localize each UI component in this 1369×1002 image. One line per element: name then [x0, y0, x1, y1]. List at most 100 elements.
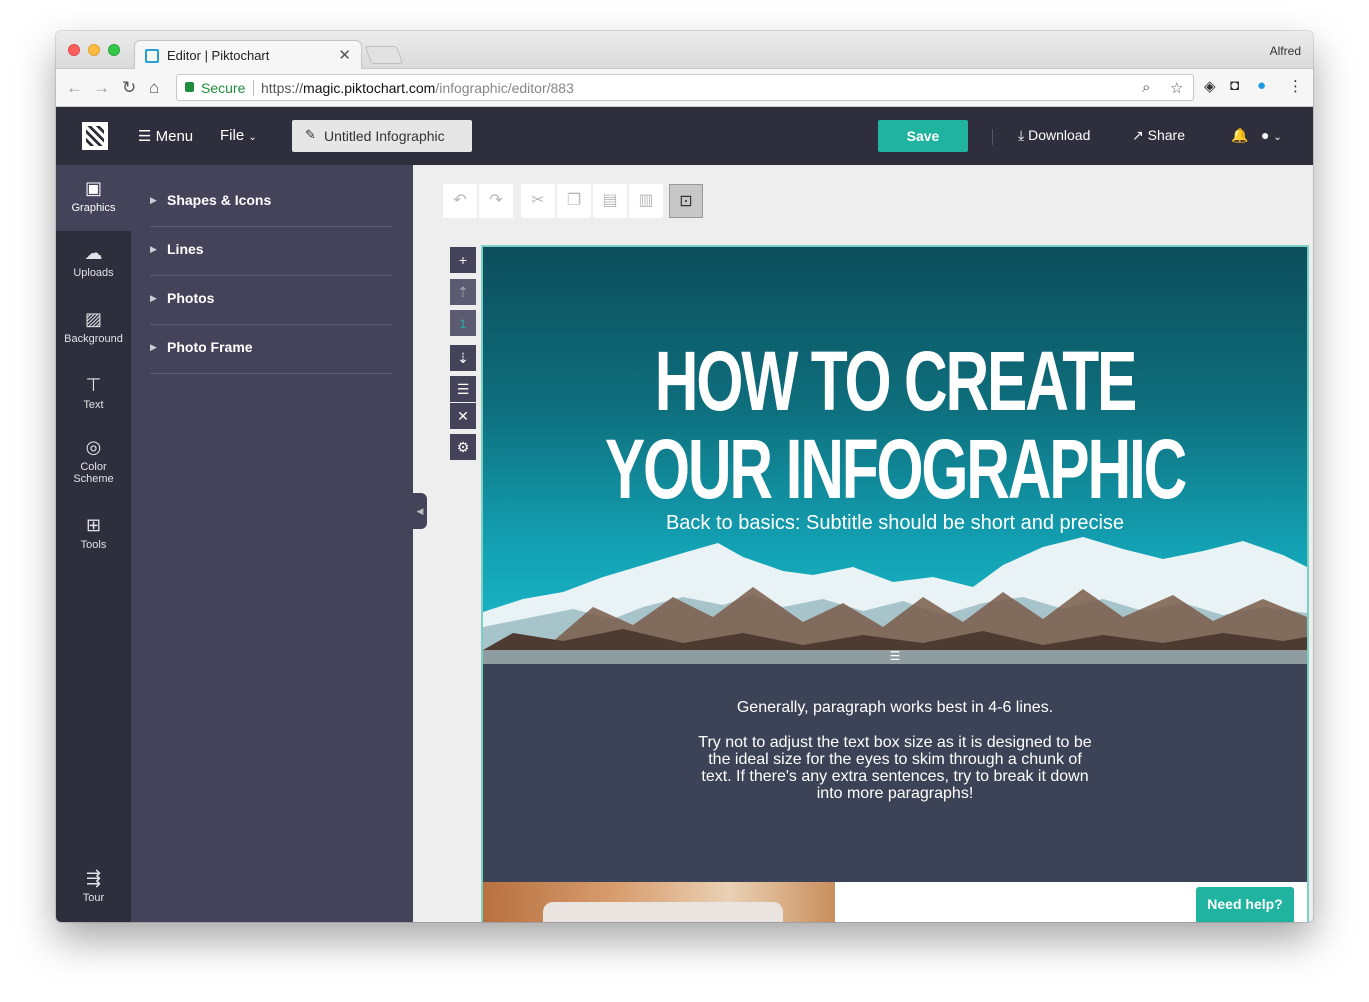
- caret-right-icon: ▶: [150, 195, 157, 205]
- nav-label: Tour: [82, 892, 105, 904]
- infographic-title-field[interactable]: ✎ Untitled Infographic: [292, 120, 472, 152]
- nav-background[interactable]: ▨ Background: [56, 309, 131, 345]
- chevron-down-icon: ⌄: [1273, 132, 1282, 143]
- nav-color-scheme[interactable]: ◎ Color Scheme: [56, 437, 131, 485]
- nav-graphics[interactable]: ▣ Graphics: [56, 165, 131, 231]
- nav-tour[interactable]: ⇶ Tour: [56, 868, 131, 904]
- back-arrow-icon[interactable]: ←: [66, 78, 83, 98]
- paragraph-1[interactable]: Generally, paragraph works best in 4-6 l…: [483, 699, 1307, 717]
- cut-icon[interactable]: ✂: [521, 184, 555, 218]
- graphics-panel: ▶ Shapes & Icons ▶ Lines ▶ Photos ▶ Phot…: [131, 165, 413, 922]
- pocket-extension-icon[interactable]: ◘: [1230, 77, 1239, 94]
- infographic-canvas[interactable]: HOW TO CREATE YOUR INFOGRAPHIC Back to b…: [483, 247, 1307, 922]
- menu-button[interactable]: ☰ Menu: [138, 127, 193, 145]
- mountains-image: [483, 537, 1307, 650]
- extension-icon[interactable]: ●: [1257, 77, 1266, 94]
- caret-right-icon: ▶: [150, 342, 157, 352]
- chevron-down-icon: ⌄: [248, 132, 257, 143]
- caret-right-icon: ▶: [150, 293, 157, 303]
- browser-window: Editor | Piktochart ✕ Alfred ← → ↻ ⌂ Sec…: [56, 31, 1313, 922]
- forward-arrow-icon[interactable]: →: [93, 78, 110, 98]
- photo-block-image[interactable]: [483, 882, 835, 922]
- panel-item-label: Photos: [167, 290, 215, 306]
- lock-icon: [185, 82, 194, 92]
- url-field[interactable]: Secure https://magic.piktochart.com/info…: [176, 74, 1194, 101]
- save-button[interactable]: Save: [878, 120, 968, 152]
- hero-title-line1[interactable]: HOW TO CREATE: [598, 339, 1191, 423]
- hero-subtitle[interactable]: Back to basics: Subtitle should be short…: [483, 512, 1307, 535]
- close-icon[interactable]: ✕: [338, 46, 351, 64]
- url-scheme: https://: [261, 80, 304, 96]
- undo-icon[interactable]: ↶: [443, 184, 477, 218]
- panel-item-photos[interactable]: ▶ Photos: [150, 276, 392, 325]
- share-button[interactable]: ↗ Share: [1132, 127, 1185, 144]
- redo-icon[interactable]: ↷: [479, 184, 513, 218]
- panel-item-label: Shapes & Icons: [167, 192, 272, 208]
- browser-user-name[interactable]: Alfred: [1270, 44, 1301, 58]
- duplicate-block-icon[interactable]: ☰: [450, 376, 476, 402]
- nav-tools[interactable]: ⊞ Tools: [56, 515, 131, 551]
- grid-guide-icon[interactable]: ⊡: [669, 184, 703, 218]
- pencil-icon: ✎: [305, 127, 316, 142]
- url-host: magic.piktochart.com: [303, 80, 436, 96]
- need-help-button[interactable]: Need help?: [1196, 887, 1294, 922]
- browser-menu-icon[interactable]: ⋮: [1288, 77, 1303, 95]
- nav-label: Background: [64, 333, 123, 345]
- text-block[interactable]: Generally, paragraph works best in 4-6 l…: [483, 664, 1307, 882]
- paragraph-2[interactable]: Try not to adjust the text box size as i…: [695, 734, 1095, 802]
- hero-block[interactable]: HOW TO CREATE YOUR INFOGRAPHIC Back to b…: [483, 247, 1307, 650]
- notification-bell-icon[interactable]: 🔔: [1231, 127, 1248, 144]
- move-down-icon[interactable]: ⇣: [450, 345, 476, 371]
- delete-block-icon[interactable]: ✕: [450, 403, 476, 429]
- panel-item-label: Photo Frame: [167, 339, 253, 355]
- maximize-window-button[interactable]: [108, 44, 120, 56]
- workspace: ↶ ↷ ✂ ❐ ▤ ▥ ⊡ + ⇡ 1 ⇣ ☰ ✕ ⚙ HOW TO CREAT…: [413, 165, 1313, 922]
- browser-tab[interactable]: Editor | Piktochart ✕: [134, 40, 362, 70]
- signpost-icon: ⇶: [85, 868, 102, 888]
- trash-icon[interactable]: ▥: [629, 184, 663, 218]
- infographic-title: Untitled Infographic: [324, 128, 445, 144]
- collapse-panel-button[interactable]: ◀: [413, 493, 427, 529]
- url-path: /infographic/editor/883: [435, 80, 574, 96]
- share-icon: ↗: [1132, 127, 1144, 143]
- move-up-icon[interactable]: ⇡: [450, 279, 476, 305]
- layers-extension-icon[interactable]: ◈: [1204, 77, 1216, 95]
- bookmark-star-icon[interactable]: ☆: [1170, 79, 1183, 97]
- account-menu[interactable]: ● ⌄: [1261, 127, 1282, 143]
- add-block-icon[interactable]: +: [450, 247, 476, 273]
- caret-right-icon: ▶: [150, 244, 157, 254]
- zoom-icon[interactable]: ⌕: [1142, 79, 1150, 96]
- new-tab-button[interactable]: [364, 46, 404, 64]
- secure-label: Secure: [201, 80, 246, 96]
- image-icon: ▣: [84, 178, 102, 198]
- close-window-button[interactable]: [68, 44, 80, 56]
- user-icon: ●: [1261, 127, 1270, 143]
- block-resize-handle[interactable]: ☰: [483, 650, 1307, 664]
- share-label: Share: [1147, 127, 1185, 143]
- device-image: [543, 902, 783, 922]
- block-settings-gear-icon[interactable]: ⚙: [450, 434, 476, 460]
- piktochart-favicon-icon: [145, 49, 159, 63]
- panel-item-shapes-icons[interactable]: ▶ Shapes & Icons: [150, 178, 392, 227]
- block-number: 1: [450, 310, 476, 336]
- nav-label: Scheme: [73, 473, 114, 485]
- reload-icon[interactable]: ↻: [122, 78, 136, 98]
- block-number-label: 1: [459, 317, 467, 331]
- piktochart-logo-icon[interactable]: [82, 122, 108, 150]
- minimize-window-button[interactable]: [88, 44, 100, 56]
- home-icon[interactable]: ⌂: [149, 78, 159, 98]
- header-divider: [992, 129, 993, 145]
- menu-label: Menu: [155, 128, 194, 145]
- hero-title-line2[interactable]: YOUR INFOGRAPHIC: [598, 427, 1191, 511]
- nav-uploads[interactable]: ☁ Uploads: [56, 243, 131, 279]
- title-bar: Editor | Piktochart ✕ Alfred: [56, 31, 1313, 70]
- panel-item-lines[interactable]: ▶ Lines: [150, 227, 392, 276]
- panel-item-photo-frame[interactable]: ▶ Photo Frame: [150, 325, 392, 374]
- copy-icon[interactable]: ❐: [557, 184, 591, 218]
- palette-icon: ◎: [85, 437, 102, 457]
- paste-icon[interactable]: ▤: [593, 184, 627, 218]
- download-button[interactable]: ⤓ Download: [1018, 127, 1090, 144]
- nav-label: Color: [80, 461, 107, 473]
- file-dropdown[interactable]: File ⌄: [220, 127, 257, 144]
- nav-text[interactable]: ⊤ Text: [56, 375, 131, 411]
